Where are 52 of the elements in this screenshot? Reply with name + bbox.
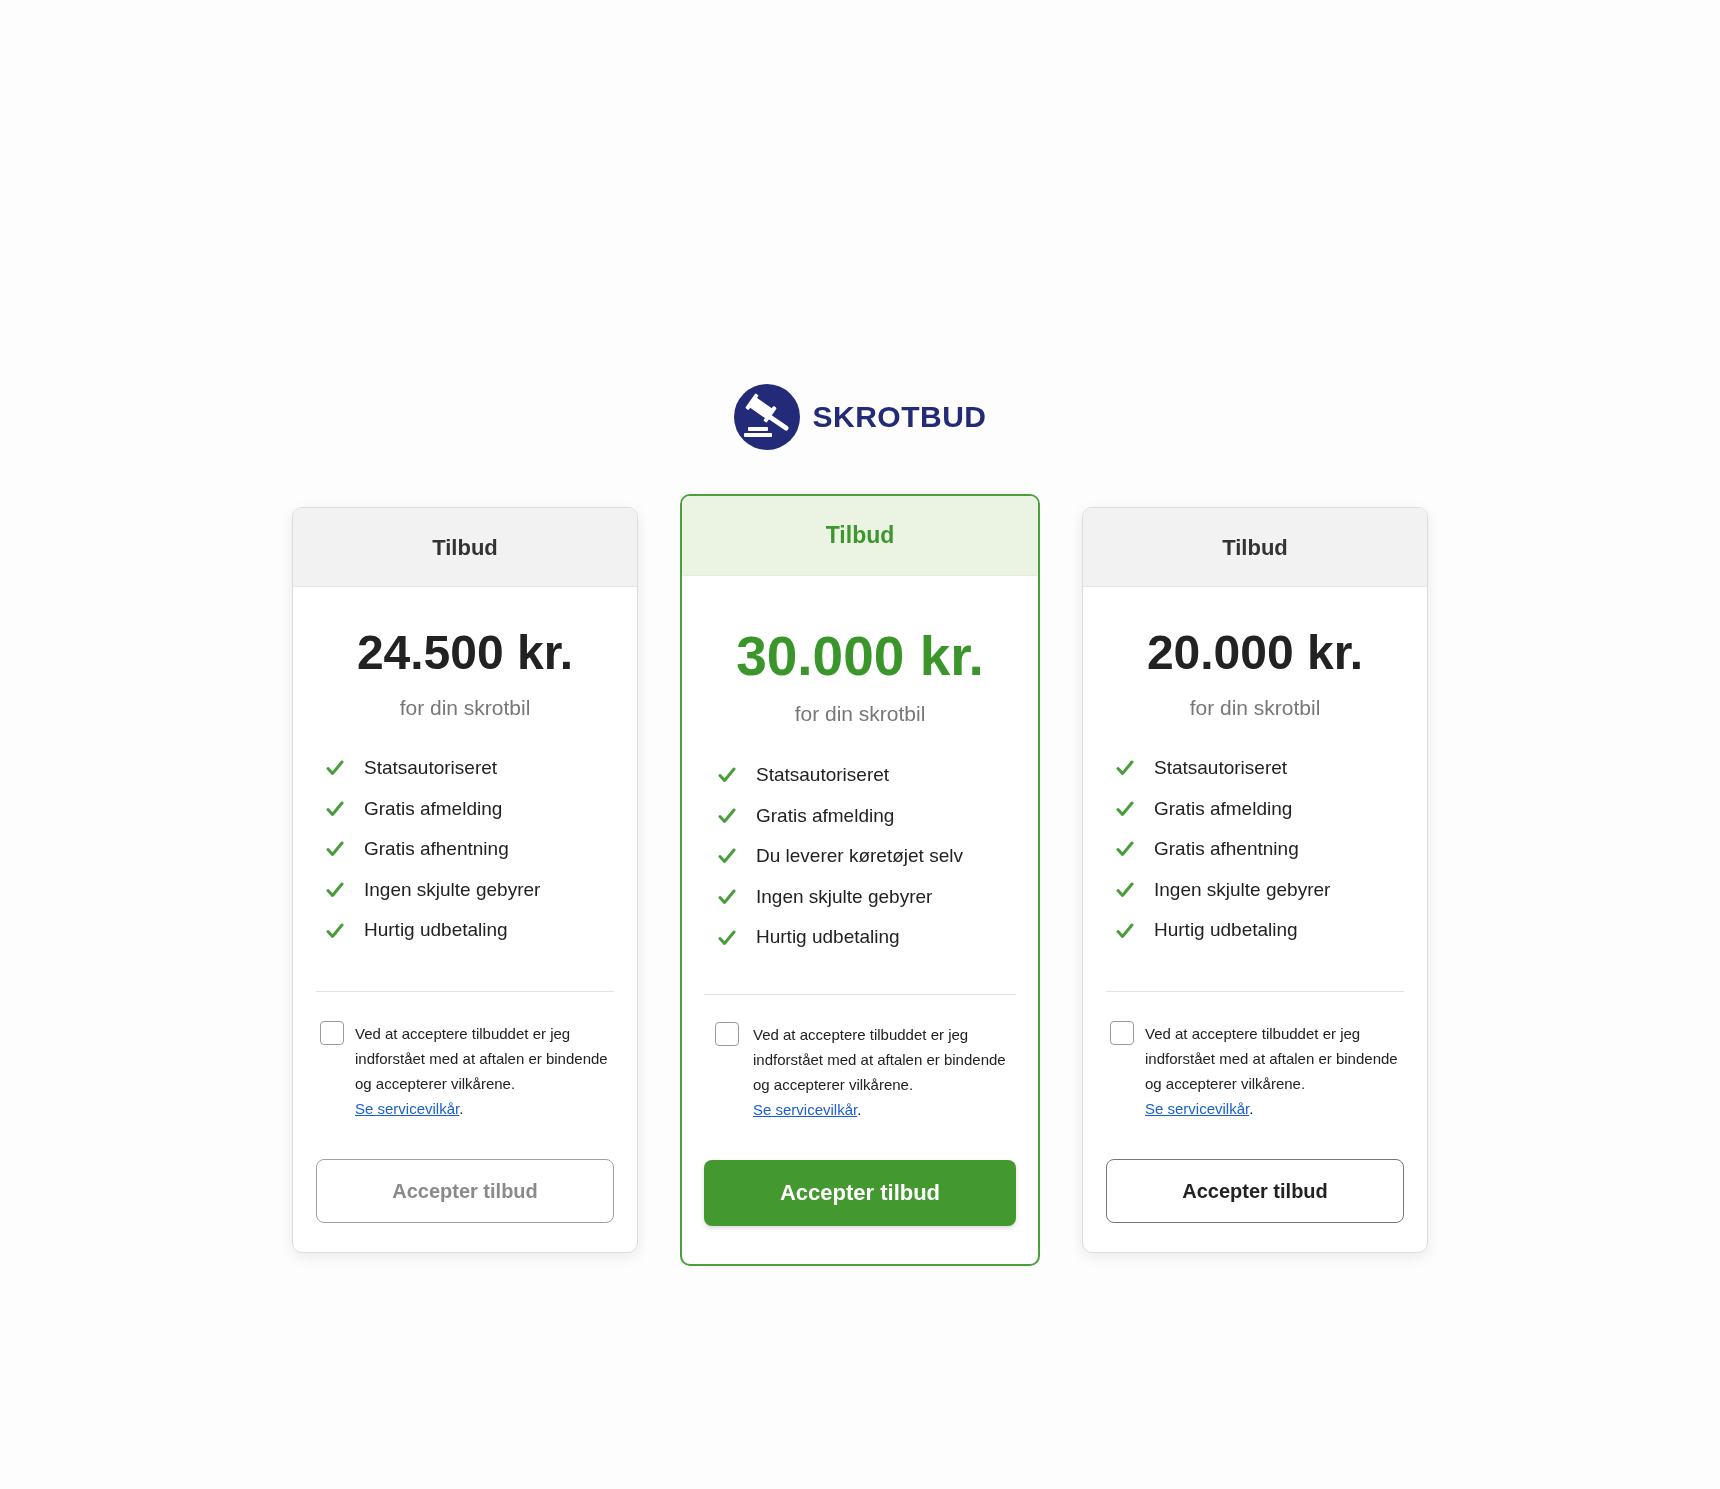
card-header: Tilbud xyxy=(1083,508,1427,587)
feature-text: Gratis afmelding xyxy=(756,803,895,828)
feature-text: Hurtig udbetaling xyxy=(756,925,900,950)
feature-text: Ingen skjulte gebyrer xyxy=(1154,877,1331,902)
check-icon xyxy=(718,848,736,865)
check-icon xyxy=(326,760,344,777)
terms-link[interactable]: Se servicevilkår xyxy=(753,1100,858,1118)
check-icon xyxy=(718,929,736,946)
check-icon xyxy=(326,841,344,858)
feature-text: Ingen skjulte gebyrer xyxy=(756,884,933,909)
checkbox[interactable] xyxy=(320,1020,344,1045)
feature-text: Gratis afhentning xyxy=(1154,837,1299,862)
feature-text: Statsautoriseret xyxy=(364,756,498,781)
feature-text: Hurtig udbetaling xyxy=(364,918,508,943)
check-icon xyxy=(326,882,344,899)
price-subtitle: for din skrotbil xyxy=(1188,695,1322,721)
check-icon xyxy=(1116,882,1134,899)
price-subtitle: for din skrotbil xyxy=(398,695,532,721)
price-text: 30.000 kr. xyxy=(735,626,985,686)
terms-link[interactable]: Se servicevilkår xyxy=(1145,1099,1250,1117)
checkbox[interactable] xyxy=(715,1021,739,1046)
feature-text: Statsautoriseret xyxy=(1154,756,1288,781)
feature-text: Statsautoriseret xyxy=(756,763,890,788)
accept-offer-button[interactable]: Accepter tilbud xyxy=(1106,1158,1404,1223)
price-text: 24.500 kr. xyxy=(355,625,575,681)
card-header: Tilbud xyxy=(682,496,1038,576)
terms-text: Ved at acceptere tilbuddet er jeg indforstået med at aftalen er bindende og accepterer vilkårene. Se servicevilkår. xyxy=(753,1024,1007,1120)
feature-text: Gratis afmelding xyxy=(1154,796,1293,821)
terms-link[interactable]: Se servicevilkår xyxy=(355,1099,460,1117)
terms-text: Ved at acceptere tilbuddet er jeg indforstået med at aftalen er bindende og accepterer vilkårene. Se servicevilkår. xyxy=(1145,1023,1399,1119)
checkbox[interactable] xyxy=(1110,1020,1134,1045)
check-icon xyxy=(1116,922,1134,939)
check-icon xyxy=(718,807,736,824)
accept-offer-button[interactable]: Accepter tilbud xyxy=(704,1159,1016,1226)
terms-text: Ved at acceptere tilbuddet er jeg indforstået med at aftalen er bindende og accepterer vilkårene. Se servicevilkår. xyxy=(355,1023,609,1119)
check-icon xyxy=(1116,760,1134,777)
check-icon xyxy=(718,889,736,906)
feature-text: Hurtig udbetaling xyxy=(1154,918,1298,943)
price-subtitle: for din skrotbil xyxy=(793,701,927,727)
brand-name: SKROTBUD xyxy=(812,402,987,432)
gavel-icon xyxy=(733,384,800,450)
check-icon xyxy=(1116,800,1134,817)
check-icon xyxy=(718,767,736,784)
check-icon xyxy=(326,922,344,939)
feature-text: Du leverer køretøjet selv xyxy=(756,844,963,869)
feature-text: Ingen skjulte gebyrer xyxy=(364,877,541,902)
check-icon xyxy=(326,800,344,817)
feature-text: Gratis afhentning xyxy=(364,837,509,862)
card-header: Tilbud xyxy=(293,508,637,587)
price-text: 20.000 kr. xyxy=(1145,625,1365,681)
check-icon xyxy=(1116,841,1134,858)
feature-text: Gratis afmelding xyxy=(364,796,503,821)
